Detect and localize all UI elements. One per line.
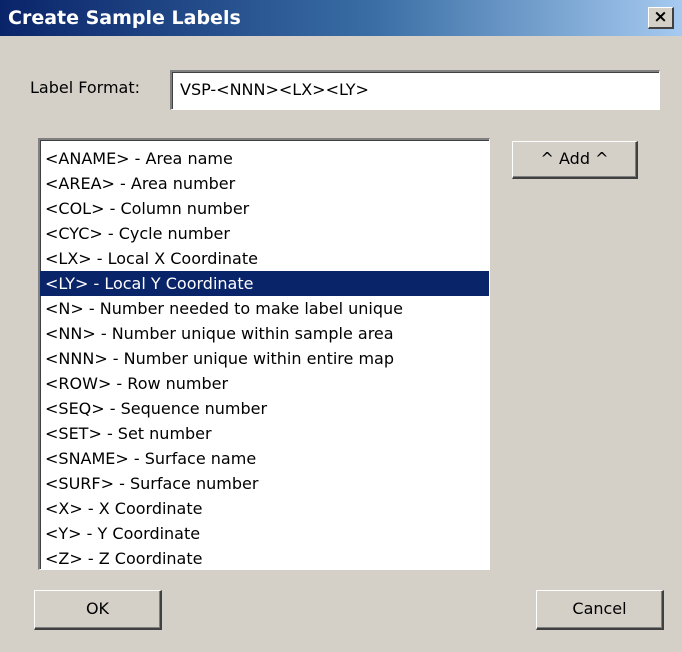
add-button[interactable]: ^ Add ^ — [512, 141, 638, 179]
list-item[interactable]: <SURF> - Surface number — [40, 471, 489, 496]
window-title: Create Sample Labels — [8, 7, 241, 29]
list-item[interactable]: <SET> - Set number — [40, 421, 489, 446]
list-item[interactable]: <CYC> - Cycle number — [40, 221, 489, 246]
list-item[interactable]: <ROW> - Row number — [40, 371, 489, 396]
list-item[interactable]: <SNAME> - Surface name — [40, 446, 489, 471]
ok-button[interactable]: OK — [34, 590, 162, 630]
list-item[interactable]: <LX> - Local X Coordinate — [40, 246, 489, 271]
title-bar[interactable]: Create Sample Labels × — [0, 0, 682, 36]
close-button[interactable]: × — [648, 7, 674, 29]
list-item[interactable]: <N> - Number needed to make label unique — [40, 296, 489, 321]
label-format-input[interactable]: VSP-<NNN><LX><LY> — [170, 70, 660, 110]
list-item[interactable]: <COL> - Column number — [40, 196, 489, 221]
list-item[interactable]: <LY> - Local Y Coordinate — [40, 271, 489, 296]
list-item[interactable]: <NNN> - Number unique within entire map — [40, 346, 489, 371]
list-item[interactable]: <AREA> - Area number — [40, 171, 489, 196]
token-listbox[interactable]: <ANAME> - Area name <AREA> - Area number <… — [38, 138, 490, 570]
list-item[interactable]: <Z> - Z Coordinate — [40, 546, 489, 569]
label-format-label: Label Format: — [30, 78, 141, 97]
create-sample-labels-dialog: Create Sample Labels × Label Format: VSP… — [0, 0, 682, 652]
close-icon: × — [653, 7, 668, 27]
cancel-button[interactable]: Cancel — [536, 590, 664, 630]
list-item[interactable]: <Y> - Y Coordinate — [40, 521, 489, 546]
list-item[interactable]: <ANAME> - Area name — [40, 146, 489, 171]
list-item[interactable]: <SEQ> - Sequence number — [40, 396, 489, 421]
list-item[interactable]: <NN> - Number unique within sample area — [40, 321, 489, 346]
list-item[interactable]: <X> - X Coordinate — [40, 496, 489, 521]
